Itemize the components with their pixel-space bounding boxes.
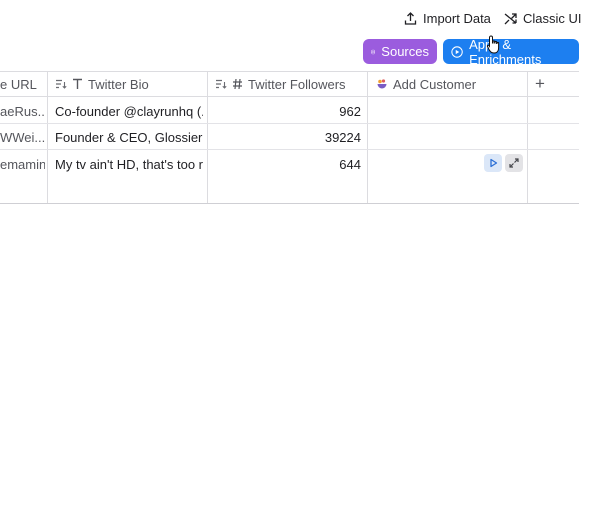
run-cell-button[interactable]	[484, 154, 502, 172]
database-icon	[371, 49, 375, 54]
column-header-twitter-bio[interactable]: Twitter Bio	[55, 71, 205, 97]
text-icon	[73, 78, 82, 89]
twitter-bio-cell[interactable]: My tv ain't HD, that's too r...	[55, 157, 203, 172]
column-header-twitter-followers[interactable]: Twitter Followers	[215, 71, 365, 97]
column-header-add-customer[interactable]: Add Customer	[376, 71, 526, 97]
sources-label: Sources	[381, 44, 429, 59]
hand-cursor-icon	[486, 35, 500, 54]
sort-lines-icon	[56, 79, 67, 89]
column-divider	[47, 71, 48, 204]
hash-icon	[233, 78, 242, 90]
play-icon	[489, 158, 497, 168]
twitter-followers-cell[interactable]: 962	[215, 104, 361, 119]
url-cell[interactable]: emamin	[0, 157, 45, 172]
import-data-button[interactable]: Import Data	[404, 8, 491, 28]
row-divider	[0, 149, 579, 150]
column-divider	[367, 71, 368, 204]
twitter-bio-cell[interactable]: Co-founder @clayrunhq (...	[55, 104, 203, 119]
play-circle-icon	[451, 45, 463, 58]
classic-ui-button[interactable]: Classic UI	[504, 8, 582, 28]
plus-icon: +	[535, 74, 545, 93]
upload-icon	[404, 11, 417, 25]
apps-enrichments-label: Apps & Enrichments	[469, 36, 542, 67]
twitter-followers-cell[interactable]: 39224	[215, 130, 361, 145]
url-cell[interactable]: aeRus...	[0, 104, 45, 119]
column-header-label: e URL	[0, 76, 37, 92]
import-data-label: Import Data	[423, 10, 491, 26]
column-header-label: Twitter Followers	[248, 76, 346, 92]
column-header-label: Twitter Bio	[88, 76, 149, 92]
row-divider	[0, 203, 579, 204]
column-header-label: Add Customer	[393, 76, 477, 92]
enrichment-icon	[377, 79, 387, 89]
expand-cell-button[interactable]	[505, 154, 523, 172]
add-column-button[interactable]: +	[535, 71, 549, 97]
classic-ui-label: Classic UI	[523, 10, 582, 26]
row-divider	[0, 123, 579, 124]
sources-button[interactable]: Sources	[363, 39, 437, 64]
expand-icon	[509, 158, 519, 168]
url-cell[interactable]: WWei...	[0, 130, 45, 145]
column-header-url[interactable]: e URL	[0, 71, 46, 97]
shuffle-icon	[504, 12, 517, 24]
sort-lines-icon	[216, 79, 227, 89]
twitter-bio-cell[interactable]: Founder & CEO, Glossier Inc	[55, 130, 205, 145]
column-divider	[207, 71, 208, 204]
column-divider	[527, 71, 528, 204]
apps-enrichments-button[interactable]: Apps & Enrichments	[443, 36, 579, 67]
twitter-followers-cell[interactable]: 644	[215, 157, 361, 172]
